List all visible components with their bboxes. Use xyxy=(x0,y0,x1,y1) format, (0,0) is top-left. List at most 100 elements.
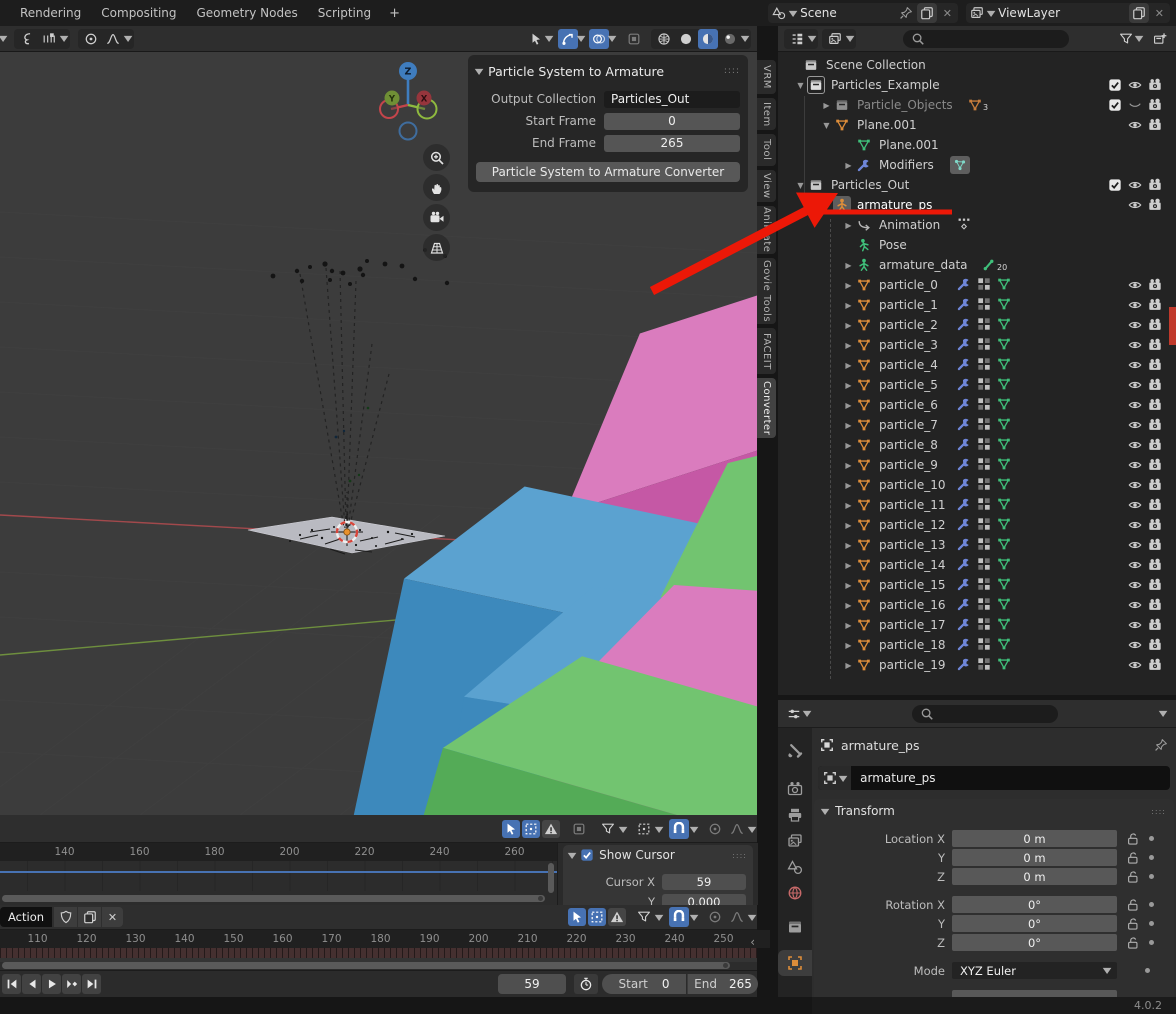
camera-view-button[interactable] xyxy=(423,204,450,231)
tab-tool-icon[interactable] xyxy=(778,738,812,764)
chevron-down-icon[interactable]: ▼ xyxy=(654,913,663,922)
outliner-row-particles-out[interactable]: ▼ Particles_Out xyxy=(778,175,1176,195)
end-frame-field[interactable]: End 265 xyxy=(687,974,758,994)
camera-icon[interactable] xyxy=(1148,558,1162,572)
camera-icon[interactable] xyxy=(1148,118,1162,132)
dopesheet-ruler[interactable]: 140160180200220240260 xyxy=(0,843,584,861)
camera-icon[interactable] xyxy=(1148,78,1162,92)
snap-icon[interactable] xyxy=(17,29,37,49)
chevron-down-icon[interactable]: ▼ xyxy=(124,34,133,43)
drag-handle-icon[interactable]: :::: xyxy=(1151,807,1166,816)
eye-icon[interactable] xyxy=(1128,118,1142,132)
expand-arrow-icon[interactable]: ▶ xyxy=(842,581,855,590)
eye-icon[interactable] xyxy=(1128,178,1142,192)
filter-icon[interactable] xyxy=(1116,29,1136,49)
outliner-search-input[interactable] xyxy=(903,30,1069,48)
warning-icon[interactable] xyxy=(542,820,560,838)
lock-open-icon[interactable] xyxy=(1126,898,1140,912)
filter-icon[interactable] xyxy=(598,819,618,839)
sidebar-collapse-icon[interactable]: ‹ xyxy=(750,935,755,949)
expand-arrow-icon[interactable]: ▶ xyxy=(842,421,855,430)
expand-arrow-icon[interactable]: ▶ xyxy=(842,481,855,490)
new-scene-button[interactable] xyxy=(917,3,937,23)
scene-selector[interactable]: ▼ Scene ✕ xyxy=(768,3,958,23)
camera-icon[interactable] xyxy=(1148,398,1162,412)
proportional-editing-icon[interactable] xyxy=(705,907,725,927)
eye-icon[interactable] xyxy=(1128,198,1142,212)
camera-icon[interactable] xyxy=(1148,598,1162,612)
outliner-row-plane-data[interactable]: Plane.001 xyxy=(778,135,1176,155)
camera-icon[interactable] xyxy=(1148,318,1162,332)
outliner-row-particle[interactable]: ▶ particle_15 xyxy=(778,575,1176,595)
tab-view[interactable]: View xyxy=(757,170,776,202)
camera-icon[interactable] xyxy=(1148,538,1162,552)
expand-arrow-icon[interactable]: ▶ xyxy=(842,321,855,330)
particle-system-modifier-icon[interactable] xyxy=(950,156,970,174)
new-viewlayer-button[interactable] xyxy=(1129,3,1149,23)
camera-icon[interactable] xyxy=(1148,418,1162,432)
chevron-down-icon[interactable]: ▼ xyxy=(1135,34,1144,43)
next-keyframe-button[interactable] xyxy=(62,974,81,994)
transform-value-field[interactable]: 0° xyxy=(952,934,1117,951)
xray-toggle[interactable] xyxy=(624,29,644,49)
end-frame-field[interactable]: 265 xyxy=(604,135,740,152)
proportional-edit-group[interactable]: ▼ xyxy=(78,29,134,49)
workspace-tab-rendering[interactable]: Rendering xyxy=(10,2,91,24)
outliner-row-particle[interactable]: ▶ particle_12 xyxy=(778,515,1176,535)
camera-icon[interactable] xyxy=(1148,98,1162,112)
play-button[interactable] xyxy=(42,974,61,994)
expand-arrow-icon[interactable]: ▶ xyxy=(842,521,855,530)
camera-icon[interactable] xyxy=(1148,658,1162,672)
annotation-icon[interactable] xyxy=(570,820,588,838)
scale-value-field[interactable] xyxy=(952,990,1117,997)
chevron-down-icon[interactable]: ▼ xyxy=(607,34,616,43)
falloff-curve-icon[interactable] xyxy=(103,29,123,49)
outliner-row-particle[interactable]: ▶ particle_2 xyxy=(778,315,1176,335)
pin-icon[interactable] xyxy=(899,6,913,20)
unlink-action-icon[interactable]: ✕ xyxy=(102,907,123,927)
chevron-down-icon[interactable]: ▼ xyxy=(1159,709,1168,718)
snap-magnet-icon[interactable] xyxy=(669,907,689,927)
tab-converter[interactable]: Converter xyxy=(757,378,776,438)
drag-handle-icon[interactable]: :::: xyxy=(732,851,747,860)
dopesheet-channels[interactable] xyxy=(0,861,557,891)
current-frame-field[interactable]: 59 xyxy=(498,974,566,994)
workspace-tab-geometry-nodes[interactable]: Geometry Nodes xyxy=(187,2,308,24)
action-name-field[interactable]: Action xyxy=(0,907,52,927)
unlink-scene-icon[interactable]: ✕ xyxy=(941,7,954,20)
eye-icon[interactable] xyxy=(1128,498,1142,512)
collapse-icon[interactable]: ▼ xyxy=(568,851,577,860)
animate-dot[interactable] xyxy=(1149,902,1154,907)
camera-icon[interactable] xyxy=(1148,638,1162,652)
chevron-down-icon[interactable]: ▼ xyxy=(576,34,585,43)
dopesheet-hscrollbar[interactable] xyxy=(2,895,545,902)
tab-collection-icon[interactable] xyxy=(778,914,812,940)
transform-value-field[interactable]: 0 m xyxy=(952,868,1117,885)
tab-viewlayer-icon[interactable] xyxy=(778,828,812,854)
outliner-row-scene-collection[interactable]: Scene Collection xyxy=(778,55,1176,75)
converter-button[interactable]: Particle System to Armature Converter xyxy=(476,162,740,182)
navigation-gizmo[interactable]: Z Y X xyxy=(380,62,437,140)
collapse-icon[interactable]: ▼ xyxy=(821,807,830,816)
checkbox-icon[interactable] xyxy=(1108,178,1122,192)
eye-icon[interactable] xyxy=(1128,298,1142,312)
outliner-row-particle[interactable]: ▶ particle_19 xyxy=(778,655,1176,675)
rotation-mode-dropdown[interactable]: XYZ Euler ▼ xyxy=(952,962,1117,979)
outliner-row-armature-ps[interactable]: ▼ armature_ps xyxy=(778,195,1176,215)
outliner-row-particle-objects[interactable]: ▶ Particle_Objects 3 xyxy=(778,95,1176,115)
move-view-tool-button[interactable] xyxy=(423,174,450,201)
expand-arrow-icon[interactable]: ▶ xyxy=(842,541,855,550)
lock-open-icon[interactable] xyxy=(1126,936,1140,950)
start-frame-field[interactable]: Start 0 xyxy=(602,974,686,994)
new-collection-button[interactable] xyxy=(1150,29,1170,49)
lock-open-icon[interactable] xyxy=(1126,832,1140,846)
stopwatch-icon[interactable] xyxy=(574,974,598,994)
expand-arrow-icon[interactable]: ▶ xyxy=(842,261,855,270)
chevron-down-icon[interactable]: ▼ xyxy=(689,913,698,922)
eye-icon[interactable] xyxy=(1128,618,1142,632)
eye-icon[interactable] xyxy=(1128,278,1142,292)
rendered-shading-icon[interactable] xyxy=(720,29,740,49)
wireframe-shading-icon[interactable] xyxy=(654,29,674,49)
outliner-filter-mode[interactable]: ▼ xyxy=(822,29,856,49)
expand-arrow-icon[interactable]: ▼ xyxy=(820,201,833,210)
